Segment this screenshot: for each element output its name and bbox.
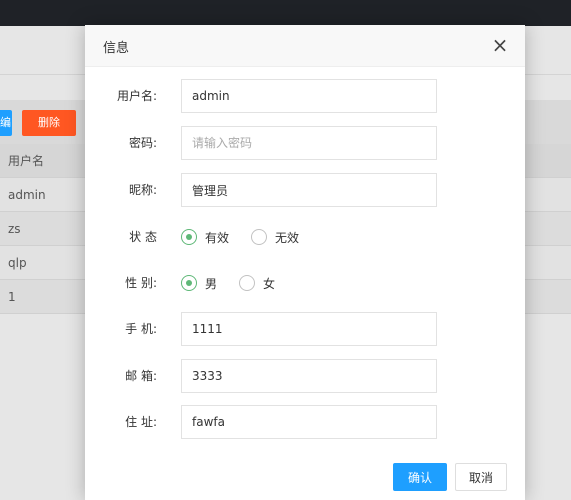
email-row: 邮 箱: [85, 359, 525, 393]
status-option-label: 无效 [275, 230, 300, 245]
status-label: 状 态 [129, 230, 157, 244]
edit-button[interactable]: 编辑 [0, 110, 12, 136]
gender-radio-female[interactable]: 女 [239, 275, 275, 292]
phone-input[interactable] [181, 312, 437, 346]
email-label: 邮 箱: [125, 369, 157, 383]
radio-unchecked-icon [251, 229, 268, 245]
status-radio-invalid[interactable]: 无效 [251, 229, 299, 246]
info-dialog: 信息 × 用户名: 密码: 昵称: 状 态 有效 无效 性 别: [85, 25, 525, 500]
gender-radio-group: 男 女 [181, 266, 297, 300]
delete-button-label: 删除 [38, 116, 60, 129]
radio-unchecked-icon [239, 275, 256, 291]
address-label: 住 址: [125, 415, 157, 429]
password-input[interactable] [181, 126, 437, 160]
phone-label: 手 机: [125, 322, 157, 336]
gender-radio-male[interactable]: 男 [181, 275, 217, 292]
gender-option-label: 女 [263, 276, 276, 291]
status-option-label: 有效 [205, 230, 230, 245]
status-radio-group: 有效 无效 [181, 220, 321, 254]
gender-row: 性 别: 男 女 [85, 266, 525, 300]
dialog-title: 信息 [103, 41, 130, 56]
gender-option-label: 男 [205, 276, 218, 291]
nickname-row: 昵称: [85, 173, 525, 207]
username-input[interactable] [181, 79, 437, 113]
app-topbar [0, 0, 571, 26]
address-row: 住 址: [85, 405, 525, 439]
username-row: 用户名: [85, 79, 525, 113]
phone-row: 手 机: [85, 312, 525, 346]
address-input[interactable] [181, 405, 437, 439]
status-row: 状 态 有效 无效 [85, 220, 525, 254]
nickname-input[interactable] [181, 173, 437, 207]
cancel-button[interactable]: 取消 [455, 463, 507, 491]
password-label: 密码: [128, 136, 157, 150]
password-row: 密码: [85, 126, 525, 160]
close-icon[interactable]: × [489, 34, 511, 56]
radio-checked-icon [181, 229, 197, 245]
delete-button[interactable]: 删除 [22, 110, 76, 136]
confirm-button[interactable]: 确认 [393, 463, 447, 491]
username-label: 用户名: [116, 89, 157, 103]
gender-label: 性 别: [125, 276, 157, 290]
email-input[interactable] [181, 359, 437, 393]
dialog-header: 信息 × [85, 25, 525, 67]
status-radio-valid[interactable]: 有效 [181, 229, 229, 246]
nickname-label: 昵称: [128, 183, 157, 197]
radio-checked-icon [181, 275, 197, 291]
